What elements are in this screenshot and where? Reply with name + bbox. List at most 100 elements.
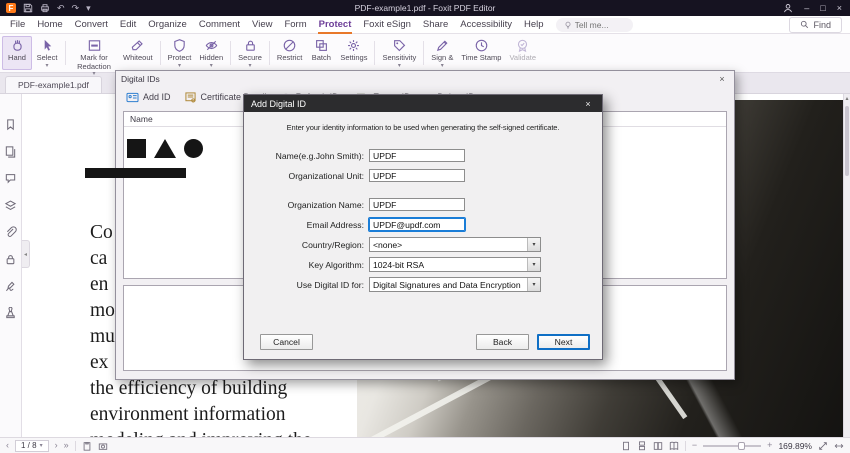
chevron-down-icon[interactable]: ▾ bbox=[527, 278, 540, 291]
tool-batch[interactable]: Batch bbox=[306, 36, 336, 70]
digital-ids-close-button[interactable]: × bbox=[715, 74, 729, 84]
facing-view-button[interactable] bbox=[653, 441, 663, 451]
tool-hidden-data[interactable]: Hidden ▾ bbox=[195, 36, 227, 70]
last-page-button[interactable]: » bbox=[64, 441, 69, 450]
tool-hand[interactable]: Hand bbox=[2, 36, 32, 70]
tool-sensitivity[interactable]: Sensitivity ▾ bbox=[378, 36, 420, 70]
previous-page-button[interactable]: ‹ bbox=[6, 441, 9, 450]
minimize-button[interactable]: – bbox=[804, 3, 809, 13]
menu-edit[interactable]: Edit bbox=[114, 16, 142, 34]
cancel-button[interactable]: Cancel bbox=[260, 334, 313, 350]
zoom-in-button[interactable]: + bbox=[767, 441, 772, 450]
name-label: Name(e.g.John Smith): bbox=[275, 150, 364, 161]
country-region-select[interactable]: <none> ▾ bbox=[369, 237, 541, 252]
key-algorithm-select[interactable]: 1024-bit RSA ▾ bbox=[369, 257, 541, 272]
scroll-up-icon[interactable]: ▴ bbox=[844, 94, 850, 104]
bookmarks-icon[interactable] bbox=[4, 118, 17, 131]
country-region-label: Country/Region: bbox=[301, 239, 364, 250]
page-thumbnails-icon[interactable] bbox=[4, 145, 17, 158]
use-digital-id-select[interactable]: Digital Signatures and Data Encryption ▾ bbox=[369, 277, 541, 292]
account-button[interactable] bbox=[783, 3, 793, 13]
tool-mark-for-redaction[interactable]: Mark for Redaction ▾ bbox=[69, 36, 119, 77]
name-field[interactable] bbox=[369, 149, 465, 162]
statusbar-separator bbox=[74, 440, 76, 451]
field-gap bbox=[244, 187, 602, 193]
secure-icon bbox=[245, 40, 255, 51]
sensitivity-icon bbox=[393, 40, 406, 52]
certificate-icon bbox=[184, 91, 196, 102]
fit-width-button[interactable] bbox=[834, 441, 844, 451]
menu-file[interactable]: File bbox=[4, 16, 31, 34]
scrollbar-thumb[interactable] bbox=[845, 106, 849, 176]
organizational-unit-field[interactable] bbox=[369, 169, 465, 182]
tool-settings[interactable]: Settings bbox=[336, 36, 371, 70]
tool-time-stamp[interactable]: Time Stamp bbox=[457, 36, 505, 70]
save-button[interactable] bbox=[23, 3, 33, 13]
book-view-button[interactable] bbox=[669, 441, 679, 451]
clipboard-button[interactable] bbox=[82, 441, 92, 451]
digital-signatures-icon[interactable] bbox=[4, 280, 17, 293]
undo-button[interactable]: ↶ bbox=[57, 3, 65, 13]
menu-protect[interactable]: Protect bbox=[313, 16, 358, 34]
tool-whiteout[interactable]: Whiteout bbox=[119, 36, 157, 70]
document-tab[interactable]: PDF-example1.pdf bbox=[5, 76, 102, 93]
tool-label: Mark for Redaction bbox=[77, 53, 111, 71]
snapshot-button[interactable] bbox=[98, 441, 108, 451]
back-button[interactable]: Back bbox=[476, 334, 529, 350]
next-button[interactable]: Next bbox=[537, 334, 590, 350]
menu-form[interactable]: Form bbox=[278, 16, 312, 34]
continuous-view-button[interactable] bbox=[637, 440, 647, 451]
menu-organize[interactable]: Organize bbox=[142, 16, 193, 34]
panel-collapse-handle[interactable]: ◂ bbox=[22, 240, 30, 268]
page-indicator[interactable]: 1 / 8 ▾ bbox=[15, 439, 49, 452]
attachments-icon[interactable] bbox=[4, 226, 17, 239]
zoom-level[interactable]: 169.89% bbox=[778, 441, 812, 451]
security-icon[interactable] bbox=[4, 253, 17, 266]
next-page-button[interactable]: › bbox=[55, 441, 58, 450]
add-id-button[interactable]: Add ID bbox=[126, 92, 171, 103]
chevron-down-icon[interactable]: ▾ bbox=[527, 258, 540, 271]
organization-name-field[interactable] bbox=[369, 198, 465, 211]
tell-me-input[interactable] bbox=[574, 19, 625, 30]
quick-access-caret-icon[interactable]: ▾ bbox=[86, 3, 91, 13]
menu-help[interactable]: Help bbox=[518, 16, 550, 34]
tool-label: Restrict bbox=[276, 53, 303, 62]
tool-sign-certify[interactable]: Sign & ▾ bbox=[427, 36, 457, 70]
find-button[interactable]: Find bbox=[789, 16, 842, 33]
document-rule-bar bbox=[85, 168, 186, 178]
menu-share[interactable]: Share bbox=[417, 16, 454, 34]
add-digital-id-dialog: Add Digital ID × Enter your identity inf… bbox=[243, 94, 603, 360]
menu-comment[interactable]: Comment bbox=[193, 16, 246, 34]
layers-icon[interactable] bbox=[4, 199, 17, 212]
redo-button[interactable]: ↷ bbox=[72, 3, 80, 13]
menu-accessibility[interactable]: Accessibility bbox=[454, 16, 518, 34]
single-page-view-button[interactable] bbox=[621, 441, 631, 451]
tool-label: Settings bbox=[340, 53, 368, 62]
tool-select[interactable]: Select ▾ bbox=[32, 36, 62, 70]
menu-view[interactable]: View bbox=[246, 16, 278, 34]
menu-foxit-esign[interactable]: Foxit eSign bbox=[357, 16, 417, 34]
zoom-out-button[interactable]: − bbox=[692, 441, 697, 450]
chevron-down-icon[interactable]: ▾ bbox=[527, 238, 540, 251]
menu-convert[interactable]: Convert bbox=[69, 16, 114, 34]
fit-page-button[interactable] bbox=[818, 441, 828, 451]
tool-secure[interactable]: Secure ▾ bbox=[234, 36, 266, 70]
close-button[interactable]: × bbox=[837, 3, 842, 13]
zoom-slider-knob[interactable] bbox=[737, 441, 745, 450]
zoom-slider[interactable] bbox=[703, 441, 762, 450]
dialog-close-button[interactable]: × bbox=[581, 99, 595, 109]
vertical-scrollbar[interactable]: ▴ bbox=[843, 94, 850, 437]
statusbar-separator bbox=[684, 440, 686, 451]
window-title: PDF-example1.pdf - Foxit PDF Editor bbox=[354, 3, 496, 13]
comments-icon[interactable] bbox=[4, 172, 17, 185]
maximize-button[interactable]: □ bbox=[820, 3, 825, 13]
email-address-field[interactable] bbox=[368, 217, 466, 232]
fit-page-icon bbox=[819, 441, 827, 450]
dialog-fields: Name(e.g.John Smith): Organizational Uni… bbox=[244, 140, 602, 293]
tool-restrict[interactable]: Restrict bbox=[273, 36, 306, 70]
tool-protect[interactable]: Protect ▾ bbox=[164, 36, 196, 70]
menu-home[interactable]: Home bbox=[31, 16, 68, 34]
stamps-icon[interactable] bbox=[4, 307, 17, 320]
print-button[interactable] bbox=[40, 3, 50, 13]
tell-me-search[interactable] bbox=[555, 17, 633, 32]
